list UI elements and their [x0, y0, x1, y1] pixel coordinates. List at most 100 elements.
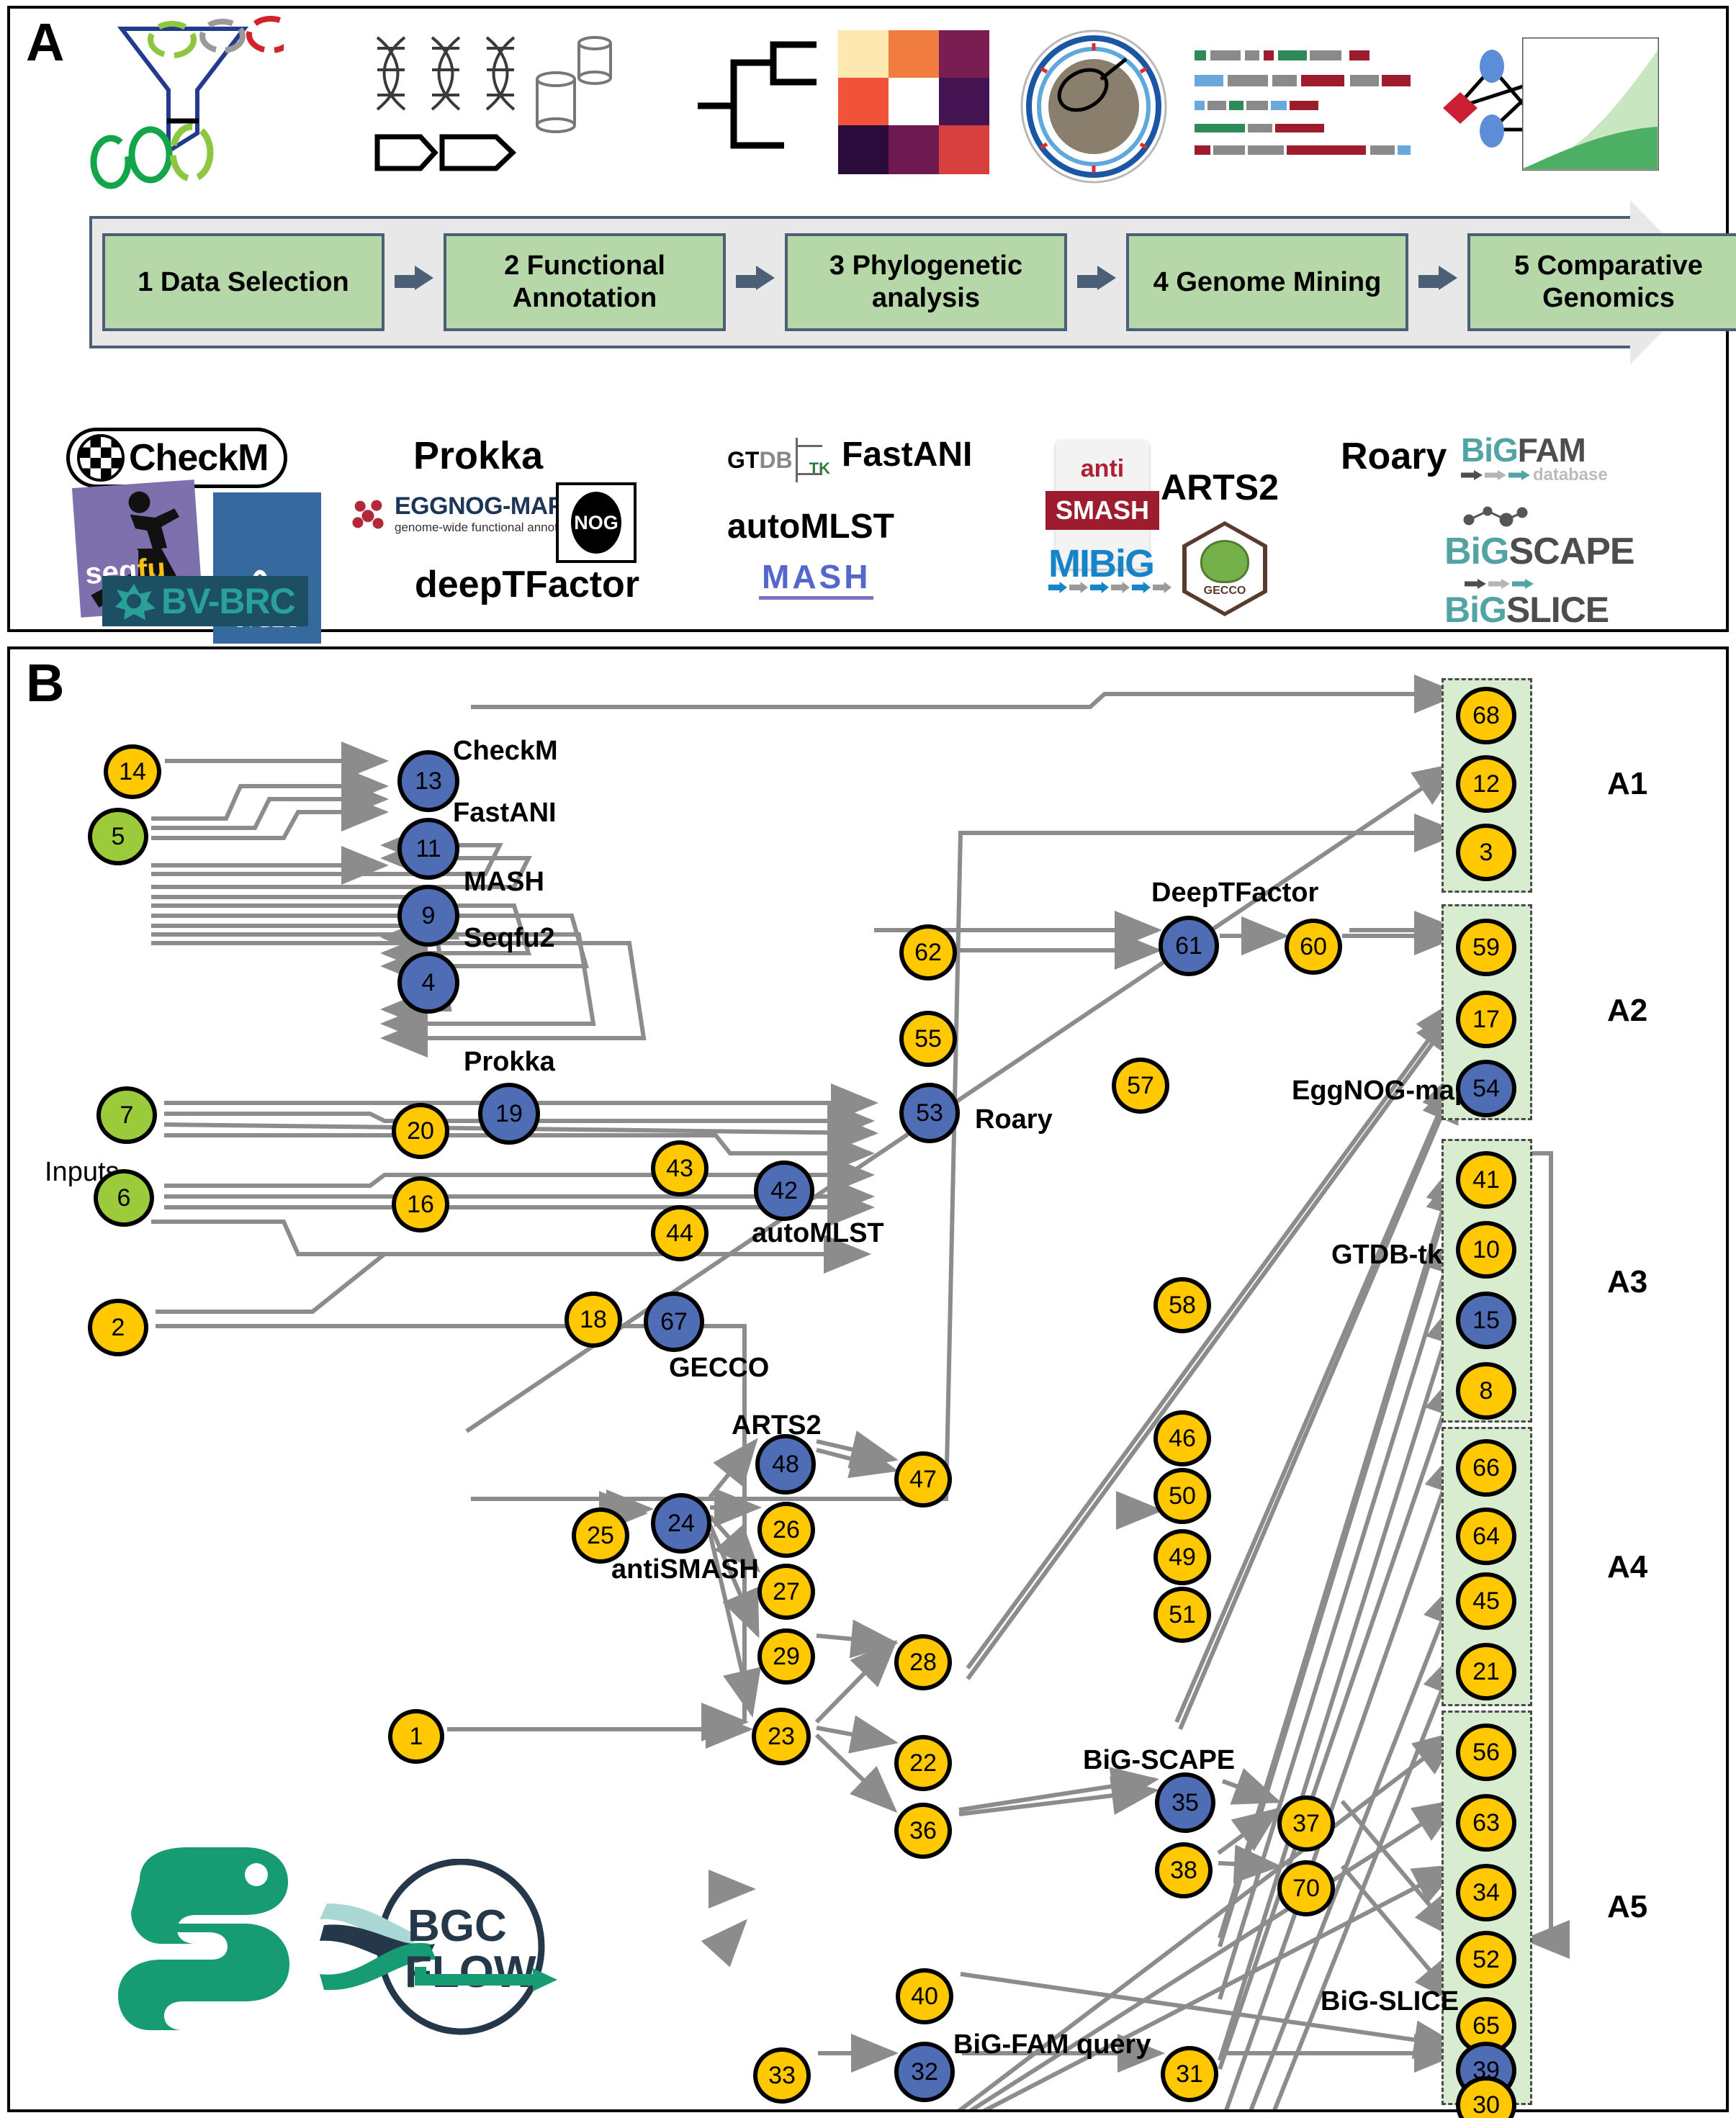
circular-genome-icon [1020, 30, 1167, 184]
mibig-logo: MIBiG [1048, 541, 1171, 593]
lbl-gecco: GECCO [669, 1353, 770, 1383]
workflow-node-32[interactable]: 32 [894, 2042, 955, 2102]
bvbrc-logo: BV-BRC [102, 576, 308, 626]
lbl-deeptfactor: DeepTFactor [1151, 878, 1319, 908]
workflow-node-40[interactable]: 40 [896, 1968, 953, 2024]
workflow-node-49[interactable]: 49 [1153, 1529, 1211, 1585]
lbl-prokka: Prokka [464, 1047, 555, 1077]
workflow-node-44[interactable]: 44 [651, 1205, 709, 1261]
checkm-globe-icon [77, 434, 125, 482]
pipeline-step-5[interactable]: 5 Comparative Genomics [1467, 233, 1736, 331]
workflow-node-59[interactable]: 59 [1456, 919, 1516, 976]
dna-genes-icon [374, 36, 612, 171]
workflow-node-2[interactable]: 2 [88, 1299, 148, 1356]
workflow-node-17[interactable]: 17 [1456, 991, 1516, 1048]
panel-a: A 1 Data Selection 2 Functional Annotati… [7, 6, 1736, 644]
workflow-node-8[interactable]: 8 [1456, 1362, 1516, 1420]
bigfam-arrows-icon [1461, 470, 1530, 480]
workflow-node-27[interactable]: 27 [757, 1564, 815, 1620]
bigslice-logo: BiGSLICE [1444, 579, 1609, 631]
workflow-node-45[interactable]: 45 [1456, 1572, 1516, 1630]
workflow-node-28[interactable]: 28 [894, 1634, 952, 1690]
workflow-node-20[interactable]: 20 [392, 1103, 449, 1159]
workflow-node-56[interactable]: 56 [1456, 1723, 1516, 1781]
workflow-node-50[interactable]: 50 [1153, 1468, 1211, 1524]
workflow-node-53[interactable]: 53 [899, 1083, 960, 1143]
bgcflow-logo: BGC FLOW [320, 1859, 557, 2035]
workflow-node-52[interactable]: 52 [1456, 1931, 1516, 1988]
workflow-node-21[interactable]: 21 [1456, 1643, 1516, 1700]
bgc-arrow-tracks-icon [1195, 50, 1411, 155]
pipeline-step-2[interactable]: 2 Functional Annotation [444, 233, 726, 331]
workflow-node-10[interactable]: 10 [1456, 1221, 1516, 1279]
workflow-node-33[interactable]: 33 [753, 2047, 811, 2104]
workflow-node-23[interactable]: 23 [752, 1708, 811, 1765]
bigscape-big-label: BiG [1444, 531, 1509, 572]
pipeline-step-1[interactable]: 1 Data Selection [102, 233, 384, 331]
workflow-node-55[interactable]: 55 [899, 1011, 957, 1067]
workflow-node-64[interactable]: 64 [1456, 1508, 1516, 1565]
output-group-label-a1: A1 [1607, 766, 1648, 801]
workflow-node-3[interactable]: 3 [1456, 824, 1516, 881]
workflow-node-35[interactable]: 35 [1155, 1772, 1215, 1833]
svg-text:BGC: BGC [408, 1901, 507, 1951]
workflow-node-16[interactable]: 16 [392, 1176, 449, 1233]
workflow-node-24[interactable]: 24 [651, 1493, 711, 1554]
workflow-node-14[interactable]: 14 [104, 744, 161, 799]
workflow-node-68[interactable]: 68 [1456, 687, 1516, 744]
workflow-node-47[interactable]: 47 [894, 1451, 952, 1508]
workflow-node-63[interactable]: 63 [1456, 1794, 1516, 1852]
checkm-label: CheckM [129, 437, 269, 479]
workflow-node-5[interactable]: 5 [88, 808, 148, 865]
workflow-node-37[interactable]: 37 [1277, 1795, 1335, 1852]
workflow-node-54[interactable]: 54 [1456, 1060, 1516, 1117]
snakemake-logo [118, 1847, 289, 2030]
gtdb-db-label: DB [759, 446, 793, 473]
bigscape-network-icon [1463, 506, 1528, 527]
workflow-node-26[interactable]: 26 [757, 1502, 815, 1558]
antismash-smash-label: SMASH [1045, 491, 1159, 530]
workflow-node-67[interactable]: 67 [644, 1292, 704, 1352]
workflow-node-4[interactable]: 4 [397, 952, 459, 1014]
workflow-node-58[interactable]: 58 [1153, 1277, 1211, 1333]
lbl-roary: Roary [975, 1104, 1053, 1135]
workflow-node-61[interactable]: 61 [1159, 916, 1219, 976]
workflow-node-18[interactable]: 18 [565, 1292, 622, 1348]
lbl-bigscape: BiG-SCAPE [1083, 1745, 1236, 1775]
workflow-node-41[interactable]: 41 [1456, 1151, 1516, 1209]
workflow-node-25[interactable]: 25 [572, 1508, 629, 1564]
workflow-node-43[interactable]: 43 [651, 1140, 709, 1197]
workflow-node-7[interactable]: 7 [96, 1086, 157, 1144]
workflow-node-12[interactable]: 12 [1456, 755, 1516, 813]
workflow-node-36[interactable]: 36 [894, 1803, 952, 1859]
lbl-bigslice: BiG-SLICE [1321, 1986, 1460, 2016]
lbl-antismash: antiSMASH [611, 1554, 759, 1585]
workflow-node-29[interactable]: 29 [757, 1628, 815, 1685]
lbl-bigfam: BiG-FAM query [953, 2029, 1151, 2060]
workflow-node-57[interactable]: 57 [1112, 1058, 1169, 1114]
workflow-node-51[interactable]: 51 [1153, 1587, 1211, 1643]
workflow-node-66[interactable]: 66 [1456, 1439, 1516, 1497]
nog-logo: NOG [556, 482, 637, 563]
workflow-node-70[interactable]: 70 [1277, 1860, 1335, 1916]
fastani-label: FastANI [842, 436, 973, 474]
workflow-node-22[interactable]: 22 [894, 1735, 952, 1791]
pipeline-step-3[interactable]: 3 Phylogenetic analysis [785, 233, 1067, 331]
workflow-node-1[interactable]: 1 [388, 1709, 444, 1764]
workflow-node-31[interactable]: 31 [1161, 2046, 1218, 2102]
pipeline-step-4[interactable]: 4 Genome Mining [1126, 233, 1408, 331]
workflow-node-19[interactable]: 19 [478, 1083, 540, 1145]
workflow-node-42[interactable]: 42 [754, 1161, 814, 1221]
workflow-node-60[interactable]: 60 [1285, 919, 1342, 975]
workflow-node-62[interactable]: 62 [899, 924, 957, 981]
workflow-node-15[interactable]: 15 [1456, 1292, 1516, 1349]
workflow-node-13[interactable]: 13 [397, 750, 459, 812]
workflow-node-11[interactable]: 11 [397, 818, 459, 880]
workflow-node-46[interactable]: 46 [1153, 1410, 1211, 1466]
workflow-node-6[interactable]: 6 [94, 1169, 154, 1227]
workflow-node-9[interactable]: 9 [397, 885, 459, 947]
workflow-node-48[interactable]: 48 [755, 1434, 816, 1495]
automlst-label: autoMLST [727, 508, 894, 546]
workflow-node-34[interactable]: 34 [1456, 1864, 1516, 1921]
workflow-node-38[interactable]: 38 [1155, 1842, 1213, 1898]
